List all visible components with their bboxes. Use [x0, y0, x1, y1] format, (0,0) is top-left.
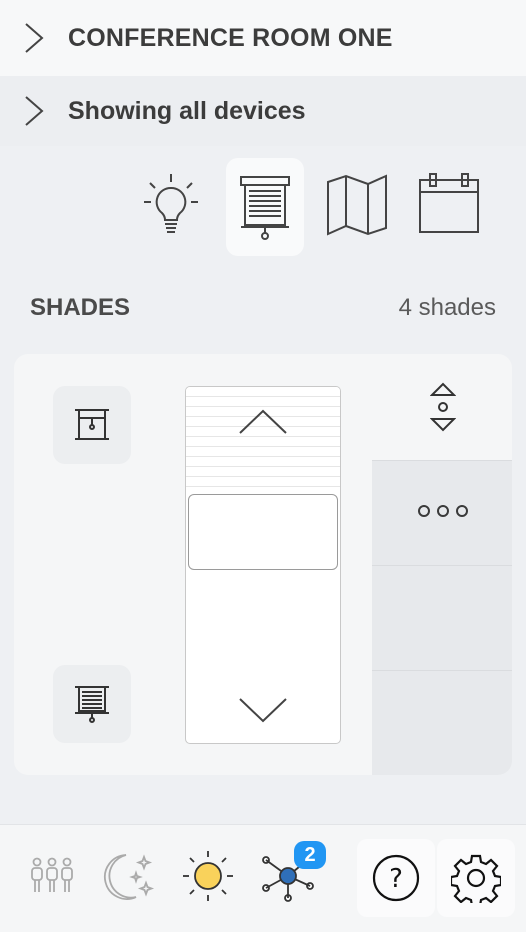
- shade-icon: [240, 176, 290, 240]
- tab-schedule[interactable]: [410, 156, 488, 254]
- shade-open-button[interactable]: [53, 386, 131, 464]
- tab-shades[interactable]: [226, 158, 304, 256]
- svg-text:?: ?: [389, 864, 403, 894]
- shade-open-icon: [75, 409, 109, 440]
- shade-slats: [186, 387, 340, 495]
- light-bulb-icon: [144, 174, 198, 233]
- tab-lights[interactable]: [132, 156, 210, 254]
- shade-actions: [372, 354, 512, 775]
- daylight-icon: [183, 851, 233, 901]
- chevron-right-icon: [25, 23, 44, 53]
- preset-cell[interactable]: [372, 565, 512, 670]
- shade-closed-icon: [75, 686, 109, 723]
- occupancy-icon: [31, 857, 73, 892]
- calendar-icon: [419, 173, 479, 233]
- help-button[interactable]: ?: [357, 839, 435, 917]
- shade-count: 4 shades: [398, 294, 496, 321]
- filter-label: Showing all devices: [68, 96, 306, 125]
- section-title: SHADES: [30, 294, 131, 321]
- slider-thumb[interactable]: [188, 494, 338, 570]
- shade-position-slider[interactable]: [185, 386, 341, 744]
- shade-control-card: [14, 354, 512, 775]
- night-mode-button[interactable]: [100, 843, 160, 909]
- preset-cell[interactable]: [372, 670, 512, 775]
- up-stop-down-icon: [430, 382, 456, 432]
- settings-button[interactable]: [437, 839, 515, 917]
- help-icon: ?: [372, 854, 420, 902]
- daylight-button[interactable]: [178, 843, 238, 909]
- gear-icon: [451, 854, 501, 903]
- occupancy-button[interactable]: [22, 843, 82, 909]
- device-filter-header[interactable]: Showing all devices: [0, 76, 526, 146]
- night-mode-icon: [104, 854, 155, 900]
- more-options-button[interactable]: [372, 460, 512, 565]
- network-badge: 2: [294, 841, 326, 869]
- chevron-right-icon: [25, 96, 44, 126]
- room-header[interactable]: CONFERENCE ROOM ONE: [0, 0, 526, 76]
- device-type-tabs: [0, 156, 526, 256]
- more-dots-icon: [418, 505, 468, 517]
- shade-close-button[interactable]: [53, 665, 131, 743]
- tab-floorplan[interactable]: [318, 156, 396, 254]
- map-icon: [327, 174, 387, 236]
- chevron-down-icon[interactable]: [238, 697, 288, 723]
- bottom-toolbar: ?: [0, 824, 526, 932]
- room-name: CONFERENCE ROOM ONE: [68, 23, 393, 52]
- chevron-up-icon[interactable]: [238, 409, 288, 435]
- stop-button[interactable]: [372, 354, 512, 460]
